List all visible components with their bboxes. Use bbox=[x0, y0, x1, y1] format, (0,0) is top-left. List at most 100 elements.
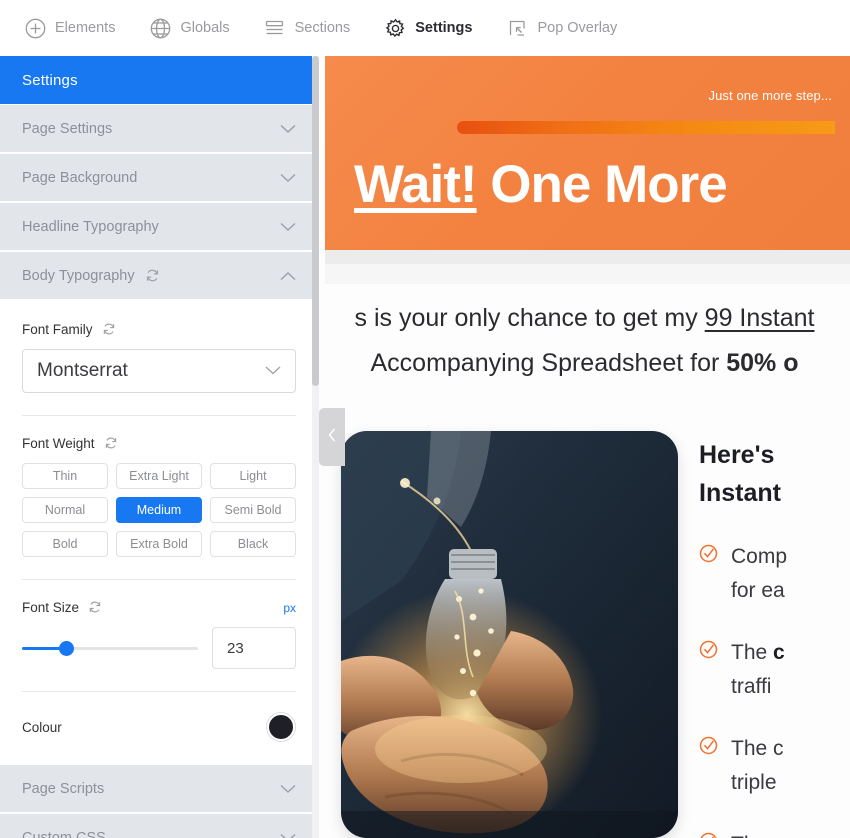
font-family-label: Font Family bbox=[22, 322, 93, 337]
list-item-text: The c traffi bbox=[731, 636, 785, 704]
offer-copy: s is your only chance to get my 99 Insta… bbox=[319, 296, 850, 386]
globe-icon bbox=[149, 17, 171, 39]
font-weight-light[interactable]: Light bbox=[210, 463, 296, 489]
toolbar-item-sections[interactable]: Sections bbox=[264, 17, 351, 39]
check-circle-icon bbox=[699, 832, 718, 838]
font-weight-thin[interactable]: Thin bbox=[22, 463, 108, 489]
slider-thumb[interactable] bbox=[59, 640, 74, 656]
font-weight-normal[interactable]: Normal bbox=[22, 497, 108, 523]
section-divider-band-light bbox=[325, 264, 850, 284]
toolbar-item-label: Settings bbox=[415, 20, 473, 36]
reset-icon[interactable] bbox=[145, 268, 160, 283]
section-label: Page Scripts bbox=[22, 780, 105, 797]
font-weight-options: Thin Extra Light Light Normal Medium Sem… bbox=[22, 463, 296, 557]
sections-icon bbox=[264, 17, 286, 39]
toolbar-item-elements[interactable]: Elements bbox=[24, 17, 115, 39]
font-size-slider[interactable] bbox=[22, 638, 198, 658]
check-circle-icon bbox=[699, 736, 718, 755]
top-toolbar: Elements Globals Sections Settings Pop O… bbox=[0, 0, 850, 56]
canvas-collapse-handle[interactable] bbox=[319, 408, 345, 466]
list-item: The c traffi bbox=[699, 636, 850, 704]
font-weight-extra-light[interactable]: Extra Light bbox=[116, 463, 202, 489]
toolbar-item-label: Globals bbox=[180, 20, 230, 36]
benefits-column: Here's Instant Comp for ea The c traffi … bbox=[699, 436, 850, 838]
list-item-text: The c triple bbox=[731, 732, 784, 800]
toolbar-item-label: Sections bbox=[294, 20, 351, 36]
colour-swatch-dot bbox=[269, 715, 293, 739]
toolbar-item-label: Elements bbox=[55, 20, 116, 36]
sidebar-scrollbar-thumb[interactable] bbox=[312, 56, 319, 386]
reset-icon[interactable] bbox=[88, 600, 103, 615]
progress-bar bbox=[457, 121, 835, 134]
sidebar-section-page-scripts[interactable]: Page Scripts bbox=[0, 764, 318, 812]
toolbar-item-settings[interactable]: Settings bbox=[384, 17, 472, 39]
font-weight-black[interactable]: Black bbox=[210, 531, 296, 557]
offer-copy-line1-pre: s is your only chance to get my bbox=[354, 304, 705, 332]
hero-headline: Wait! One More bbox=[354, 154, 728, 215]
list-item-text: Comp for ea bbox=[731, 540, 787, 608]
hero-headline-rest: One More bbox=[476, 155, 727, 214]
sidebar-scrollbar[interactable] bbox=[312, 56, 319, 838]
offer-copy-discount: 50% o bbox=[726, 349, 799, 377]
font-weight-semi-bold[interactable]: Semi Bold bbox=[210, 497, 296, 523]
list-item-line2: traffi bbox=[731, 675, 772, 698]
list-item-text: The r bbox=[731, 828, 780, 838]
hero-eyebrow: Just one more step... bbox=[708, 88, 832, 103]
list-item: The r bbox=[699, 828, 850, 838]
sidebar-section-body-typography[interactable]: Body Typography bbox=[0, 251, 318, 299]
body-typography-panel: Font Family Montserrat Font Weight Thin … bbox=[0, 300, 318, 748]
list-item-line1: Comp bbox=[731, 545, 788, 568]
pop-overlay-icon bbox=[506, 17, 528, 39]
chevron-up-icon bbox=[280, 271, 296, 281]
font-weight-medium[interactable]: Medium bbox=[116, 497, 202, 523]
chevron-down-icon bbox=[280, 124, 296, 134]
section-divider-band bbox=[325, 250, 850, 264]
plus-circle-icon bbox=[24, 17, 46, 39]
divider bbox=[22, 415, 296, 416]
sidebar-title-label: Settings bbox=[22, 71, 78, 89]
sidebar-title: Settings bbox=[0, 56, 318, 104]
hero-section[interactable]: Just one more step... Wait! One More bbox=[325, 56, 850, 250]
toolbar-item-pop-overlay[interactable]: Pop Overlay bbox=[506, 17, 617, 39]
list-item-line1-bold: c bbox=[773, 641, 785, 664]
page-preview-canvas: Just one more step... Wait! One More s i… bbox=[319, 56, 850, 838]
sidebar-section-headline-typography[interactable]: Headline Typography bbox=[0, 202, 318, 250]
sidebar-section-page-settings[interactable]: Page Settings bbox=[0, 104, 318, 152]
sidebar-section-custom-css[interactable]: Custom CSS bbox=[0, 813, 318, 838]
font-weight-bold[interactable]: Bold bbox=[22, 531, 108, 557]
font-size-unit[interactable]: px bbox=[283, 601, 296, 615]
font-weight-label-row: Font Weight bbox=[22, 436, 296, 451]
list-item-line1-pre: The r bbox=[731, 833, 780, 838]
colour-swatch[interactable] bbox=[266, 712, 296, 742]
section-label: Page Background bbox=[22, 169, 138, 186]
font-size-input[interactable]: 23 bbox=[212, 627, 296, 669]
chevron-left-icon bbox=[328, 428, 337, 447]
check-circle-icon bbox=[699, 544, 718, 563]
hero-headline-underlined: Wait! bbox=[354, 155, 478, 214]
section-label: Page Settings bbox=[22, 120, 113, 137]
offer-copy-link[interactable]: 99 Instant bbox=[705, 304, 815, 332]
font-size-label-row: Font Size px bbox=[22, 600, 296, 615]
section-label: Headline Typography bbox=[22, 218, 159, 235]
font-size-label: Font Size bbox=[22, 600, 80, 615]
chevron-down-icon bbox=[280, 784, 296, 794]
toolbar-item-globals[interactable]: Globals bbox=[149, 17, 230, 39]
offer-copy-line2-pre: Accompanying Spreadsheet for bbox=[370, 349, 727, 377]
reset-icon[interactable] bbox=[102, 322, 117, 337]
divider bbox=[22, 691, 296, 692]
section-label: Body Typography bbox=[22, 267, 135, 284]
divider bbox=[22, 579, 296, 580]
list-item-line1-pre: The bbox=[731, 641, 774, 664]
reset-icon[interactable] bbox=[104, 436, 119, 451]
chevron-down-icon bbox=[280, 222, 296, 232]
toolbar-item-label: Pop Overlay bbox=[537, 20, 618, 36]
font-weight-extra-bold[interactable]: Extra Bold bbox=[116, 531, 202, 557]
sidebar-section-page-background[interactable]: Page Background bbox=[0, 153, 318, 201]
font-size-control: 23 bbox=[22, 627, 296, 669]
settings-sidebar: Settings Page Settings Page Background H… bbox=[0, 56, 319, 838]
font-family-select[interactable]: Montserrat bbox=[22, 349, 296, 393]
list-item-line2: for ea bbox=[731, 579, 785, 602]
hero-photo bbox=[341, 431, 678, 838]
section-label: Custom CSS bbox=[22, 829, 106, 838]
chevron-down-icon bbox=[280, 173, 296, 183]
